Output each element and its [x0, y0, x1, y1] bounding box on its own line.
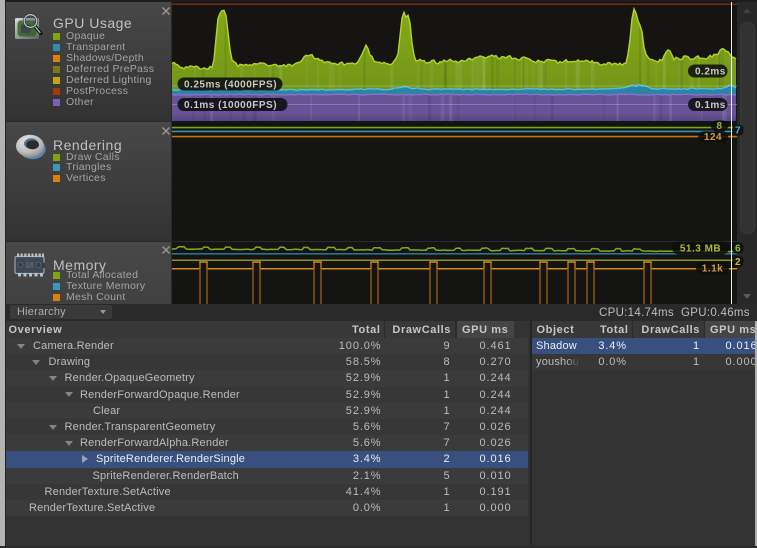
svg-text:124: 124	[704, 132, 722, 143]
svg-text:0.2ms: 0.2ms	[695, 67, 726, 78]
svg-text:0.1ms: 0.1ms	[695, 100, 726, 111]
svg-text:1.1k: 1.1k	[702, 264, 723, 275]
svg-text:6: 6	[735, 243, 741, 254]
svg-text:51.3 MB: 51.3 MB	[680, 244, 721, 255]
svg-text:7: 7	[735, 125, 741, 136]
svg-text:0.1ms (10000FPS): 0.1ms (10000FPS)	[184, 100, 277, 111]
svg-text:0.25ms (4000FPS): 0.25ms (4000FPS)	[184, 80, 277, 91]
svg-text:2: 2	[735, 257, 741, 268]
svg-text:8: 8	[716, 121, 722, 132]
